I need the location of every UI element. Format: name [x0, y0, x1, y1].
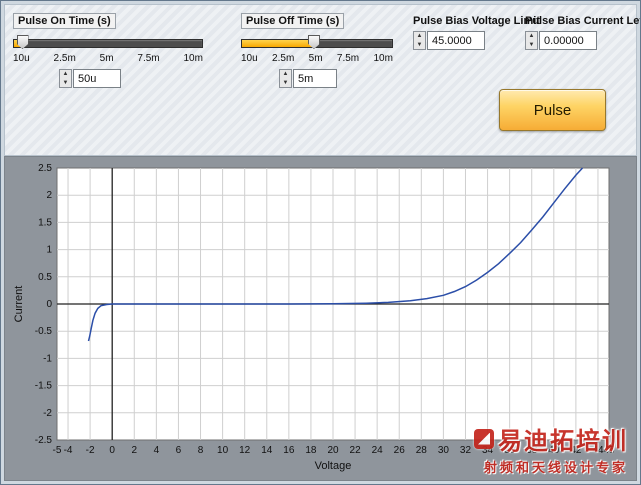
x-tick-label: 6 [176, 445, 182, 456]
bias-voltage-input[interactable] [427, 31, 485, 50]
controls-panel: Pulse On Time (s) 10u 2.5m 5m 7.5m 10m ▲ ▼ P… [4, 4, 640, 156]
iv-graph-panel: -5 -4 -2 0 2 4 6 8 10 12 14 16 18 20 22 24 26 28 30 32 34 36 3… [4, 156, 637, 481]
y-tick-label: 1.5 [38, 217, 52, 228]
slider-track[interactable] [13, 39, 203, 48]
iv-curve-chart: -5 -4 -2 0 2 4 6 8 10 12 14 16 18 20 22 24 26 28 30 32 34 36 3… [13, 163, 615, 472]
pulse-on-spinner: ▲ ▼ [59, 69, 72, 88]
x-tick-label: 12 [239, 445, 251, 456]
scale-tick-label: 10m [373, 53, 393, 64]
scale-tick-label: 10u [241, 53, 258, 64]
decrement-button[interactable]: ▼ [60, 78, 71, 87]
bias-current-label: Pulse Bias Current Level [525, 15, 640, 27]
pulse-off-time-slider[interactable] [241, 34, 393, 52]
bias-current-control: Pulse Bias Current Level ▲ ▼ [525, 15, 640, 50]
y-tick-label: -0.5 [35, 326, 53, 337]
pulse-on-value-control: ▲ ▼ [59, 69, 203, 88]
bias-voltage-value-control: ▲ ▼ [413, 31, 519, 50]
x-tick-label: 30 [438, 445, 450, 456]
x-tick-label: 20 [327, 445, 339, 456]
x-tick-label: 16 [283, 445, 295, 456]
x-tick-label: -2 [86, 445, 95, 456]
decrement-button[interactable]: ▼ [280, 78, 291, 87]
increment-button[interactable]: ▲ [526, 32, 537, 41]
y-tick-label: 2.5 [38, 163, 52, 174]
scale-tick-label: 2.5m [53, 53, 76, 64]
x-tick-label: 14 [261, 445, 273, 456]
scale-tick-label: 5m [99, 53, 114, 64]
x-tick-label: 42 [570, 445, 582, 456]
x-tick-label: 26 [394, 445, 406, 456]
x-tick-label: 0 [109, 445, 115, 456]
x-tick-label: 34 [482, 445, 494, 456]
pulse-off-value-control: ▲ ▼ [279, 69, 393, 88]
x-tick-label: 2 [131, 445, 137, 456]
y-tick-label: -2 [43, 408, 52, 419]
increment-button[interactable]: ▲ [414, 32, 425, 41]
slider-scale: 10u 2.5m 5m 7.5m 10m [13, 53, 203, 64]
x-tick-label: 10 [217, 445, 229, 456]
x-tick-label: -5 [53, 445, 62, 456]
pulse-on-time-control: Pulse On Time (s) 10u 2.5m 5m 7.5m 10m ▲ ▼ [13, 11, 203, 88]
x-tick-label: 22 [350, 445, 362, 456]
x-tick-label: 4 [154, 445, 160, 456]
bias-current-input[interactable] [539, 31, 597, 50]
decrement-button[interactable]: ▼ [526, 40, 537, 49]
front-panel-window: Pulse On Time (s) 10u 2.5m 5m 7.5m 10m ▲ ▼ P… [0, 0, 641, 485]
y-tick-label: 1 [46, 245, 52, 256]
y-tick-label: 0.5 [38, 272, 52, 283]
scale-tick-label: 7.5m [336, 53, 360, 64]
pulse-button[interactable]: Pulse [499, 89, 606, 131]
x-tick-label: 45 [603, 445, 615, 456]
scale-tick-label: 7.5m [137, 53, 160, 64]
pulse-off-time-control: Pulse Off Time (s) 10u 2.5m 5m 7.5m 10m ▲ ▼ [241, 11, 393, 88]
pulse-off-spinner: ▲ ▼ [279, 69, 292, 88]
y-tick-label: -1 [43, 353, 52, 364]
y-tick-label: -1.5 [35, 381, 53, 392]
bias-voltage-spinner: ▲ ▼ [413, 31, 426, 50]
x-tick-label: 44 [592, 445, 604, 456]
scale-tick-label: 10u [13, 53, 30, 64]
increment-button[interactable]: ▲ [280, 70, 291, 79]
x-tick-label: -4 [64, 445, 73, 456]
y-tick-label: 2 [46, 190, 52, 201]
x-tick-label: 28 [416, 445, 428, 456]
x-axis-title: Voltage [315, 460, 352, 472]
pulse-on-time-slider[interactable] [13, 34, 203, 52]
pulse-on-time-label: Pulse On Time (s) [13, 13, 116, 29]
x-tick-label: 8 [198, 445, 204, 456]
scale-tick-label: 10m [183, 53, 203, 64]
pulse-on-value-input[interactable] [73, 69, 121, 88]
x-tick-label: 24 [372, 445, 384, 456]
x-tick-label: 38 [526, 445, 538, 456]
decrement-button[interactable]: ▼ [414, 40, 425, 49]
bias-voltage-label: Pulse Bias Voltage Limit [413, 15, 540, 27]
y-tick-label: 0 [46, 299, 52, 310]
pulse-off-time-label: Pulse Off Time (s) [241, 13, 345, 29]
increment-button[interactable]: ▲ [60, 70, 71, 79]
x-tick-label: 40 [548, 445, 560, 456]
x-tick-label: 32 [460, 445, 472, 456]
bias-current-spinner: ▲ ▼ [525, 31, 538, 50]
slider-scale: 10u 2.5m 5m 7.5m 10m [241, 53, 393, 64]
scale-tick-label: 5m [308, 53, 323, 64]
scale-tick-label: 2.5m [272, 53, 295, 64]
bias-current-value-control: ▲ ▼ [525, 31, 635, 50]
x-tick-label: 36 [504, 445, 516, 456]
y-axis-title: Current [13, 286, 25, 323]
bias-voltage-control: Pulse Bias Voltage Limit ▲ ▼ [413, 15, 540, 50]
x-tick-label: 18 [305, 445, 317, 456]
pulse-off-value-input[interactable] [293, 69, 337, 88]
slider-fill [242, 40, 314, 47]
y-tick-label: -2.5 [35, 435, 53, 446]
